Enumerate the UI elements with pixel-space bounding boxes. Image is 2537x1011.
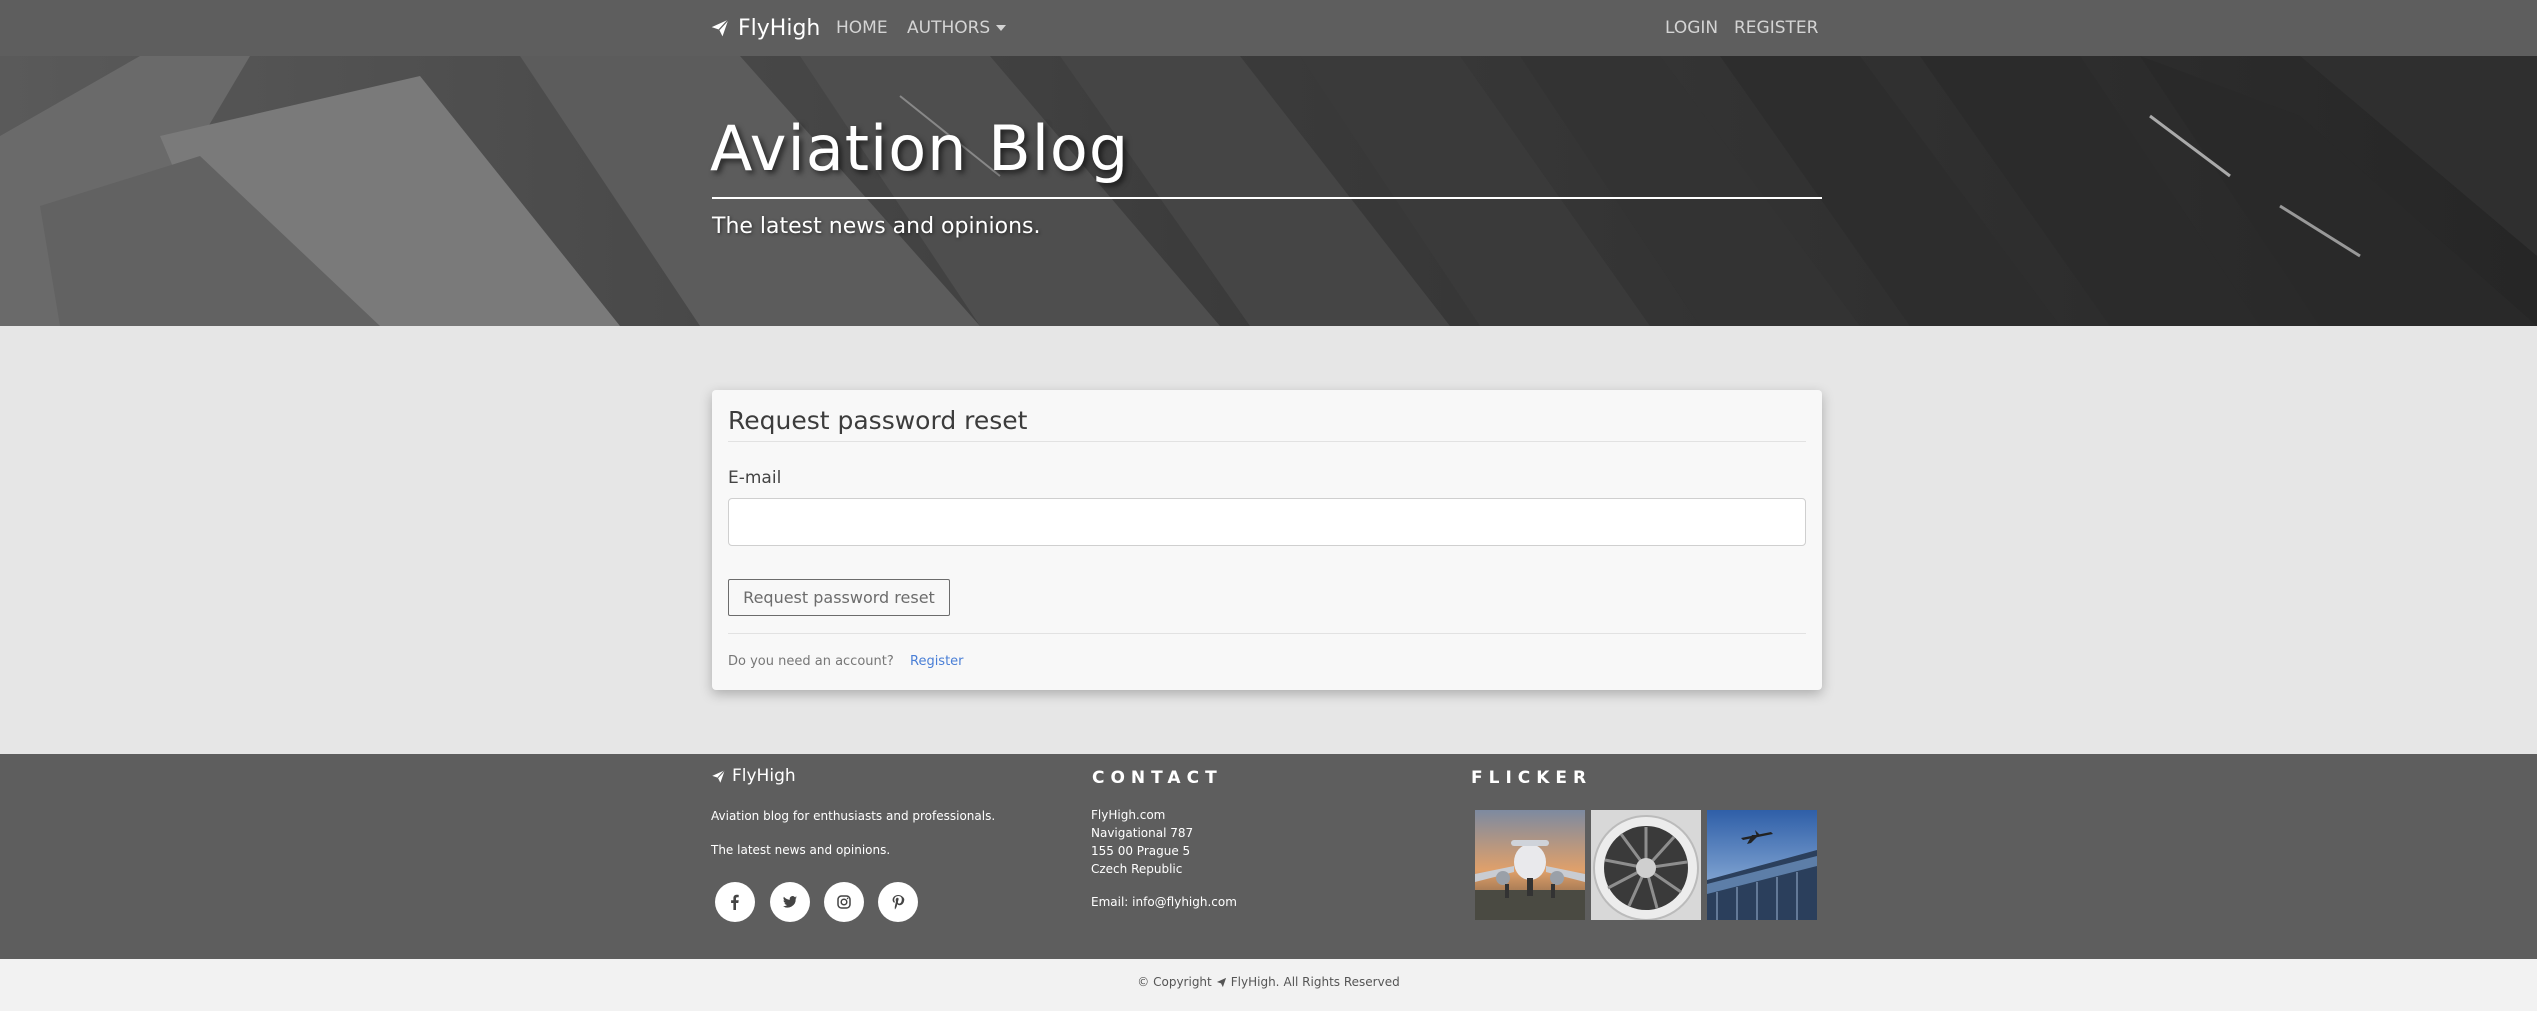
card-divider (728, 441, 1806, 442)
request-reset-button[interactable]: Request password reset (728, 579, 950, 616)
hero-subtitle: The latest news and opinions. (712, 214, 1041, 239)
caret-down-icon (996, 25, 1007, 31)
copyright-brand: FlyHigh. (1230, 975, 1280, 989)
copyright-bar: © Copyright FlyHigh. All Rights Reserved (0, 959, 2537, 1011)
card-title: Request password reset (728, 406, 1028, 435)
paper-plane-icon (1216, 977, 1226, 987)
twitter-icon[interactable] (770, 882, 810, 922)
page-title: Aviation Blog (710, 112, 1130, 185)
nav-login[interactable]: LOGIN (1665, 14, 1718, 42)
contact-email: Email: info@flyhigh.com (1091, 895, 1237, 909)
email-label: E-mail (728, 468, 782, 488)
instagram-icon[interactable] (824, 882, 864, 922)
nav-register[interactable]: REGISTER (1734, 14, 1818, 42)
flicker-thumb-airplane[interactable] (1475, 810, 1585, 920)
airport-plane-image (1707, 810, 1817, 920)
contact-line-3: 155 00 Prague 5 (1091, 844, 1191, 858)
hero-divider (712, 197, 1822, 199)
contact-heading: CONTACT (1092, 768, 1223, 788)
register-link[interactable]: Register (910, 654, 964, 669)
top-navbar: FlyHigh HOME AUTHORS LOGIN REGISTER (0, 0, 2537, 56)
copyright-suffix: All Rights Reserved (1283, 975, 1400, 989)
jet-engine-image (1591, 810, 1701, 920)
email-field[interactable] (728, 498, 1806, 546)
nav-authors-dropdown[interactable]: AUTHORS (907, 14, 1007, 42)
contact-line-4: Czech Republic (1091, 862, 1183, 876)
pinterest-icon[interactable] (878, 882, 918, 922)
footer-brand: FlyHigh (711, 766, 796, 786)
nav-home[interactable]: HOME (836, 14, 888, 42)
flicker-heading: FLICKER (1471, 768, 1593, 788)
password-reset-card: Request password reset E-mail Request pa… (712, 390, 1822, 690)
card-footer-divider (728, 633, 1806, 634)
nav-authors-label: AUTHORS (907, 18, 991, 38)
contact-line-1: FlyHigh.com (1091, 808, 1166, 822)
paper-plane-icon (712, 769, 726, 783)
brand-name: FlyHigh (738, 15, 821, 41)
contact-line-2: Navigational 787 (1091, 826, 1194, 840)
footer-description: Aviation blog for enthusiasts and profes… (711, 809, 996, 823)
brand-link[interactable]: FlyHigh (710, 12, 820, 44)
turbine-blades-background (0, 56, 2537, 326)
copyright-text: © Copyright FlyHigh. All Rights Reserved (0, 975, 2537, 989)
airplane-front-image (1475, 810, 1585, 920)
account-question: Do you need an account? (728, 654, 894, 669)
footer-tagline: The latest news and opinions. (711, 843, 891, 857)
facebook-icon[interactable] (715, 882, 755, 922)
hero-banner: Aviation Blog The latest news and opinio… (0, 56, 2537, 326)
flicker-thumb-engine[interactable] (1591, 810, 1701, 920)
site-footer: FlyHigh Aviation blog for enthusiasts an… (0, 754, 2537, 959)
copyright-prefix: © Copyright (1137, 975, 1212, 989)
footer-brand-name: FlyHigh (732, 766, 796, 786)
paper-plane-icon (711, 19, 729, 37)
flicker-thumb-airport[interactable] (1707, 810, 1817, 920)
